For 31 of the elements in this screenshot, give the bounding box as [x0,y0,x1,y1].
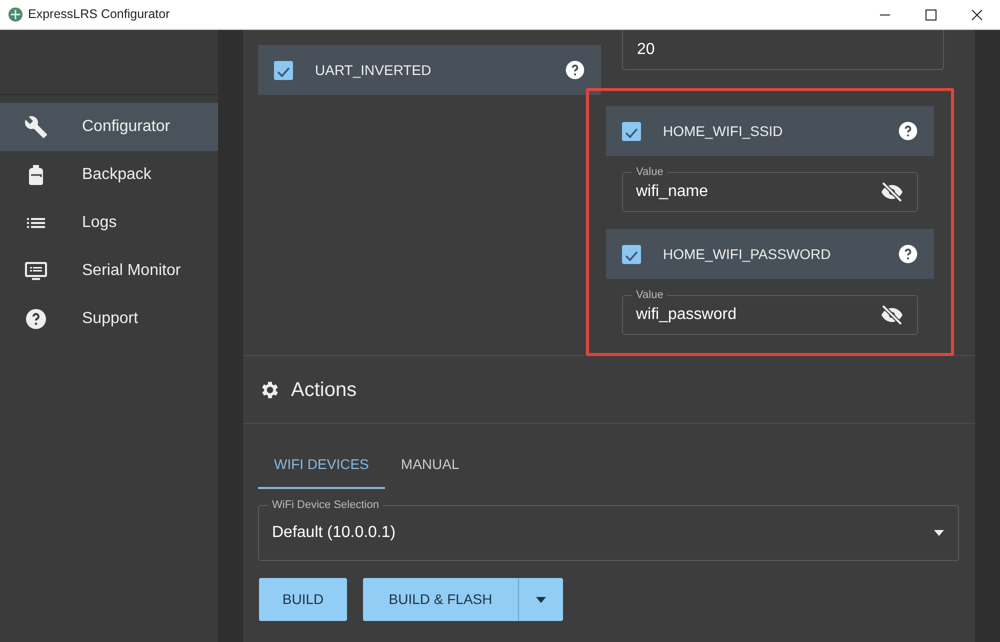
sidebar-item[interactable]: Logs [0,199,218,247]
section-title: Actions [291,378,357,402]
checkbox[interactable] [274,60,293,80]
hidden-eye-icon[interactable] [880,180,904,204]
window-title: ExpressLRS Configurator [28,6,170,24]
sidebar-item[interactable]: Serial Monitor [0,247,218,295]
help-icon [24,307,48,331]
maximize-icon [925,8,937,20]
tab[interactable]: MANUAL [384,441,476,489]
build-button[interactable]: BUILD [259,578,347,621]
build-flash-button[interactable]: BUILD & FLASH [363,578,518,621]
help-icon[interactable] [565,60,585,80]
close-icon [971,8,983,20]
checkbox[interactable] [622,122,641,140]
sidebar-item[interactable]: Configurator [0,103,218,151]
monitor-icon [24,259,48,283]
value-field[interactable]: 20 [622,30,944,70]
help-icon[interactable] [898,121,918,141]
hidden-eye-icon[interactable] [880,303,904,327]
checkbox[interactable] [622,244,641,264]
tab[interactable]: WIFI DEVICES [258,441,385,489]
app-logo-icon [8,7,23,22]
option-label: HOME_WIFI_SSID [663,122,783,141]
field-value: wifi_name [636,182,708,202]
sidebar-item[interactable]: Support [0,295,218,343]
sidebar-item[interactable]: Backpack [0,151,218,199]
option-label: UART_INVERTED [315,60,432,80]
help-icon[interactable] [898,244,918,264]
wrench-icon [24,115,48,139]
field-value: wifi_password [636,305,736,325]
option-label: HOME_WIFI_PASSWORD [663,244,831,264]
